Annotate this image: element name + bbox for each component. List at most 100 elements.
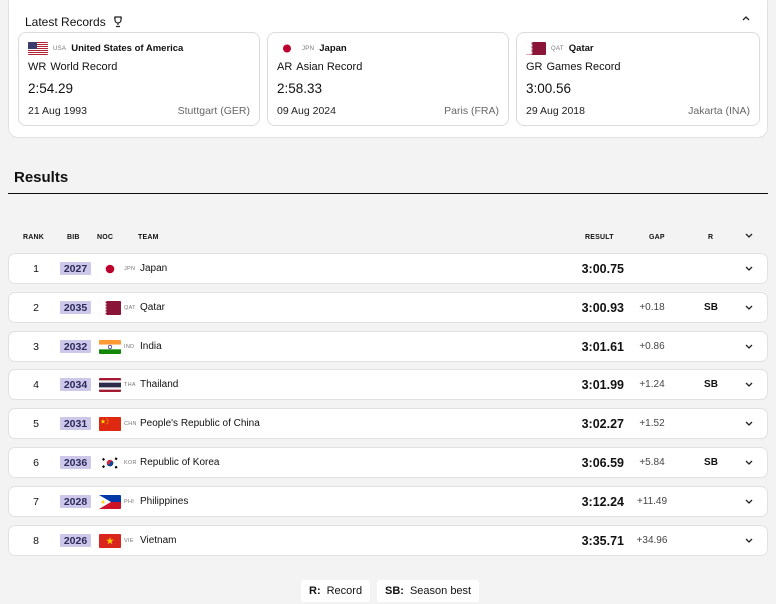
india-flag-icon: [99, 339, 121, 354]
country-name: United States of America: [71, 43, 184, 54]
thailand-flag-icon: [99, 377, 121, 392]
japan-flag-icon: [277, 42, 297, 55]
col-result: RESULT: [585, 234, 614, 241]
result-time: 3:00.93: [581, 300, 624, 315]
chevron-up-icon[interactable]: [739, 11, 753, 25]
bib-badge: 2034: [60, 378, 91, 391]
table-row[interactable]: 1 2027 JPN Japan 3:00.75: [8, 253, 768, 284]
team-name: Thailand: [140, 379, 179, 390]
record-type: World Record: [50, 61, 118, 73]
result-time: 3:06.59: [581, 455, 624, 470]
noc-code: VIE: [124, 537, 134, 544]
table-row[interactable]: 6 2036 KOR Republic of Korea 3:06.59 +5.…: [8, 447, 768, 478]
table-row[interactable]: 3 2032 IND India 3:01.61 +0.86: [8, 331, 768, 362]
gap: [629, 254, 675, 283]
noc-code: IND: [124, 343, 135, 350]
chevron-down-icon[interactable]: [739, 254, 759, 283]
country-code: JPN: [302, 45, 315, 52]
results-table-header: RANK BIB NOC TEAM RESULT GAP R: [8, 233, 768, 246]
gap: +11.49: [636, 496, 668, 507]
chevron-down-icon[interactable]: [739, 487, 759, 516]
record-type: Asian Record: [296, 61, 363, 73]
bib-badge: 2031: [60, 417, 91, 430]
record-card-games: QAT Qatar GR Games Record 3:00.56 29 Aug …: [516, 32, 760, 126]
record-time: 2:54.29: [28, 81, 74, 96]
record-card-world: USA United States of America WR World Rec…: [18, 32, 260, 126]
chevron-down-icon[interactable]: [739, 370, 759, 399]
legend-key: R:: [309, 585, 321, 597]
team-name: People's Republic of China: [140, 418, 260, 429]
col-team: TEAM: [138, 234, 159, 241]
table-row[interactable]: 5 2031 CHN People's Republic of China 3:…: [8, 408, 768, 439]
noc-code: QAT: [124, 304, 136, 311]
country-name: Japan: [319, 43, 347, 54]
gap: +5.84: [639, 457, 665, 468]
legend-label: Season best: [409, 585, 472, 597]
result-time: 3:02.27: [581, 416, 624, 431]
record-place: Paris (FRA): [444, 105, 499, 117]
record-place: Jakarta (INA): [688, 105, 750, 117]
gap: +1.24: [639, 379, 665, 390]
col-gap: GAP: [649, 234, 665, 241]
noc-code: PHI: [124, 498, 135, 505]
legend-record: R: Record: [301, 580, 371, 602]
legend-season-best: SB: Season best: [377, 580, 480, 602]
noc-code: THA: [124, 381, 136, 388]
chevron-down-icon[interactable]: [739, 448, 759, 477]
record-mark: [697, 526, 725, 555]
team-name: Philippines: [140, 496, 189, 507]
record-type-abbr: WR: [28, 61, 47, 73]
team-name: Japan: [140, 263, 168, 274]
noc-code: JPN: [124, 265, 136, 272]
gap: +34.96: [636, 535, 668, 546]
record-mark: [697, 332, 725, 361]
chevron-down-icon[interactable]: [745, 233, 753, 241]
record-card-asian: JPN Japan AR Asian Record 2:58.33 09 Aug …: [267, 32, 509, 126]
record-mark: [697, 254, 725, 283]
table-row[interactable]: 7 2028 PHI Philippines 3:12.24 +11.49: [8, 486, 768, 517]
noc-code: CHN: [124, 420, 137, 427]
rank: 6: [33, 456, 39, 469]
record-time: 2:58.33: [277, 81, 323, 96]
bib-badge: 2036: [60, 456, 91, 469]
record-place: Stuttgart (GER): [177, 105, 250, 117]
gap: +0.18: [639, 302, 665, 313]
col-r: R: [708, 234, 714, 241]
chevron-down-icon[interactable]: [739, 526, 759, 555]
latest-records-title: Latest Records: [25, 15, 106, 29]
rank: 4: [33, 378, 39, 391]
result-time: 3:00.75: [581, 261, 624, 276]
table-row[interactable]: 2 2035 QAT Qatar 3:00.93 +0.18 SB: [8, 292, 768, 323]
chevron-down-icon[interactable]: [739, 332, 759, 361]
record-mark: [697, 409, 725, 438]
record-type: Games Record: [546, 61, 621, 73]
result-time: 3:35.71: [581, 533, 624, 548]
latest-records-header[interactable]: Latest Records: [25, 13, 123, 31]
result-time: 3:01.99: [581, 377, 624, 392]
rank: 2: [33, 301, 39, 314]
record-date: 21 Aug 1993: [28, 105, 87, 117]
record-mark: SB: [704, 379, 718, 390]
latest-records-panel: Latest Records USA United States of Amer…: [8, 0, 768, 138]
table-row[interactable]: 4 2034 THA Thailand 3:01.99 +1.24 SB: [8, 369, 768, 400]
chevron-down-icon[interactable]: [739, 293, 759, 322]
china-flag-icon: [99, 416, 121, 431]
country-code: USA: [53, 45, 67, 52]
table-row[interactable]: 8 2026 VIE Vietnam 3:35.71 +34.96: [8, 525, 768, 556]
rank: 8: [33, 534, 39, 547]
chevron-down-icon[interactable]: [739, 409, 759, 438]
team-name: India: [140, 341, 162, 352]
team-name: Vietnam: [140, 535, 177, 546]
record-mark: SB: [704, 457, 718, 468]
record-time: 3:00.56: [526, 81, 572, 96]
qatar-flag-icon: [99, 300, 121, 315]
team-name: Republic of Korea: [140, 457, 220, 468]
legend-label: Record: [326, 585, 363, 597]
gap: +1.52: [639, 418, 665, 429]
korea-flag-icon: [99, 455, 121, 470]
rank: 5: [33, 417, 39, 430]
vietnam-flag-icon: [99, 533, 121, 548]
col-noc: NOC: [97, 234, 114, 241]
bib-badge: 2027: [60, 262, 91, 275]
country-code: QAT: [551, 45, 564, 52]
